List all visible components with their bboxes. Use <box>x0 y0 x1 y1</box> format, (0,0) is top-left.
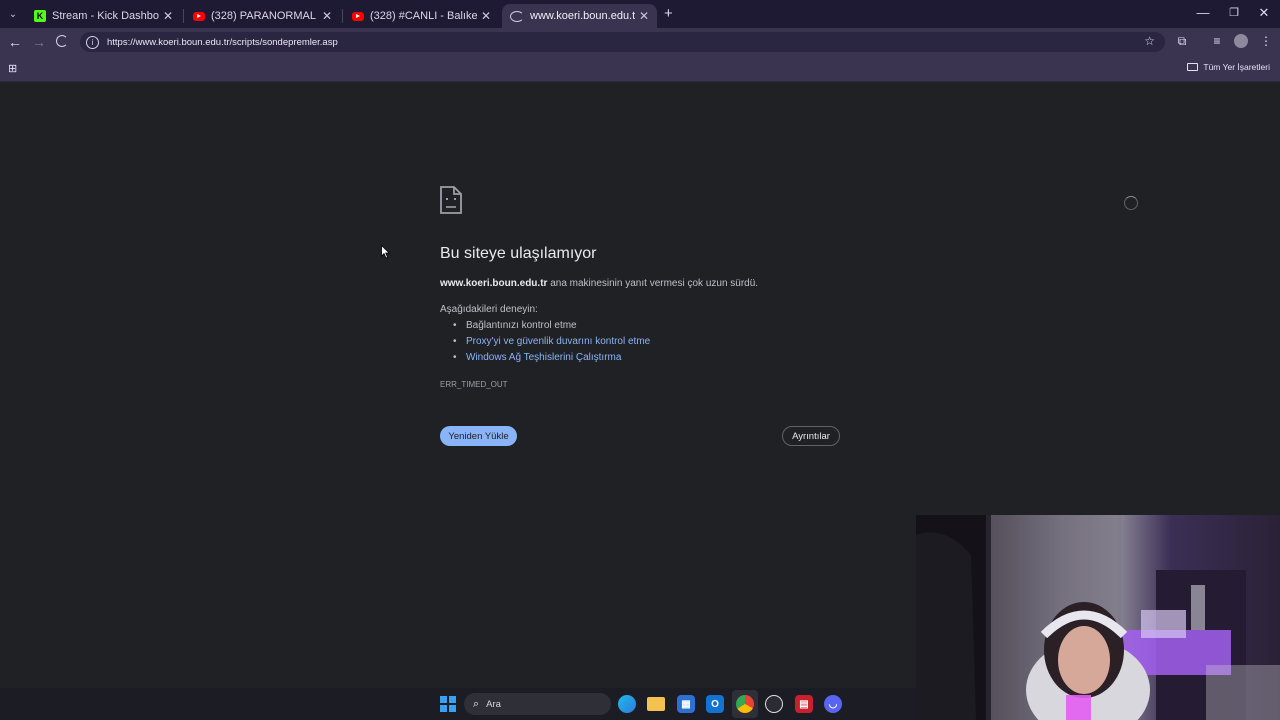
error-code: ERR_TIMED_OUT <box>440 380 508 389</box>
tab-separator <box>342 9 343 23</box>
tab-title: Stream - Kick Dashboard <box>52 10 159 22</box>
sad-page-icon <box>440 186 462 214</box>
tab-canli[interactable]: (328) #CANLI - Balıkesir'de 6,1 ✕ <box>344 4 499 28</box>
forward-button[interactable]: → <box>31 34 47 50</box>
suggestion-proxy-firewall-link[interactable]: Proxy'yi ve güvenlik duvarını kontrol et… <box>453 336 650 347</box>
steam-icon[interactable] <box>765 695 783 713</box>
windows-start-icon[interactable] <box>440 696 456 712</box>
app-red-icon[interactable]: ▤ <box>795 695 813 713</box>
webcam-feed-image <box>916 515 1280 720</box>
menu-icon[interactable]: ⋮ <box>1258 34 1274 48</box>
star-icon[interactable]: ☆ <box>1144 34 1155 48</box>
error-host: www.koeri.boun.edu.tr <box>440 278 548 289</box>
back-button[interactable]: ← <box>7 34 23 50</box>
discord-icon[interactable]: ◡ <box>824 695 842 713</box>
all-bookmarks-button[interactable]: Tüm Yer İşaretleri <box>1187 62 1270 72</box>
reload-button[interactable]: Yeniden Yükle <box>440 426 517 446</box>
tab-search-button[interactable]: ⌄ <box>4 5 22 23</box>
info-icon[interactable]: i <box>86 35 99 49</box>
outlook-icon[interactable]: O <box>706 695 724 713</box>
close-icon[interactable]: ✕ <box>322 9 332 23</box>
media-controls-icon[interactable]: ≡ <box>1209 34 1225 48</box>
bookmarks-bar: ⊞ Tüm Yer İşaretleri <box>0 56 1280 82</box>
kick-icon: K <box>34 10 46 22</box>
error-description: www.koeri.boun.edu.tr ana makinesinin ya… <box>440 278 758 289</box>
file-explorer-icon[interactable] <box>647 697 665 711</box>
close-icon: ✕ <box>1258 5 1270 20</box>
page-title: Bu siteye ulaşılamıyor <box>440 245 597 262</box>
apps-grid-icon[interactable]: ⊞ <box>8 62 17 75</box>
arrow-right-icon: → <box>32 34 46 50</box>
close-icon[interactable]: ✕ <box>639 9 649 23</box>
address-bar[interactable]: i https://www.koeri.boun.edu.tr/scripts/… <box>80 32 1165 52</box>
all-bookmarks-label: Tüm Yer İşaretleri <box>1203 62 1270 72</box>
folder-icon <box>1187 63 1199 71</box>
error-description-rest: ana makinesinin yanıt vermesi çok uzun s… <box>547 278 759 289</box>
restore-icon: ❐ <box>1229 7 1239 19</box>
suggestion-check-connection: Bağlantınızı kontrol etme <box>453 320 577 331</box>
tab-title: (328) PARANORMAL OLAYLAR! <box>211 10 318 22</box>
chrome-icon[interactable] <box>736 695 754 713</box>
stop-loading-icon[interactable] <box>56 35 68 47</box>
tab-title: (328) #CANLI - Balıkesir'de 6,1 <box>370 10 477 22</box>
loading-spinner-icon <box>1124 196 1138 210</box>
youtube-icon <box>193 11 205 21</box>
youtube-icon <box>352 11 364 21</box>
details-button[interactable]: Ayrıntılar <box>782 426 840 446</box>
taskbar-search-label: Ara <box>486 698 501 710</box>
extensions-icon[interactable]: ⧉ <box>1174 34 1190 49</box>
taskbar-search-box[interactable]: ⌕ Ara <box>464 693 611 715</box>
close-icon[interactable]: ✕ <box>163 9 173 23</box>
chevron-down-icon: ⌄ <box>8 8 18 20</box>
mouse-cursor-icon <box>381 245 391 259</box>
tab-kick-dashboard[interactable]: K Stream - Kick Dashboard ✕ <box>26 4 181 28</box>
tab-title: www.koeri.boun.edu.tr <box>530 10 635 22</box>
suggestion-network-diagnostics-link[interactable]: Windows Ağ Teşhislerini Çalıştırma <box>453 352 621 363</box>
new-tab-button[interactable]: + <box>664 5 673 22</box>
minimize-icon: — <box>1196 5 1210 20</box>
edge-icon[interactable] <box>618 695 636 713</box>
tab-paranormal[interactable]: (328) PARANORMAL OLAYLAR! ✕ <box>185 4 340 28</box>
close-window-button[interactable]: ✕ <box>1253 5 1275 21</box>
try-label: Aşağıdakileri deneyin: <box>440 304 538 315</box>
close-icon[interactable]: ✕ <box>481 9 491 23</box>
avatar[interactable] <box>1234 34 1248 48</box>
store-icon[interactable]: ▦ <box>677 695 695 713</box>
arrow-left-icon: ← <box>8 34 22 50</box>
search-icon: ⌕ <box>473 697 480 710</box>
tab-koeri[interactable]: www.koeri.boun.edu.tr ✕ <box>502 4 657 28</box>
url-text[interactable]: https://www.koeri.boun.edu.tr/scripts/so… <box>107 37 338 48</box>
restore-button[interactable]: ❐ <box>1223 6 1245 19</box>
tab-separator <box>183 9 184 23</box>
minimize-button[interactable]: — <box>1192 5 1214 20</box>
plus-icon: + <box>664 5 673 22</box>
webcam-overlay <box>916 515 1280 720</box>
loading-icon <box>510 10 524 22</box>
